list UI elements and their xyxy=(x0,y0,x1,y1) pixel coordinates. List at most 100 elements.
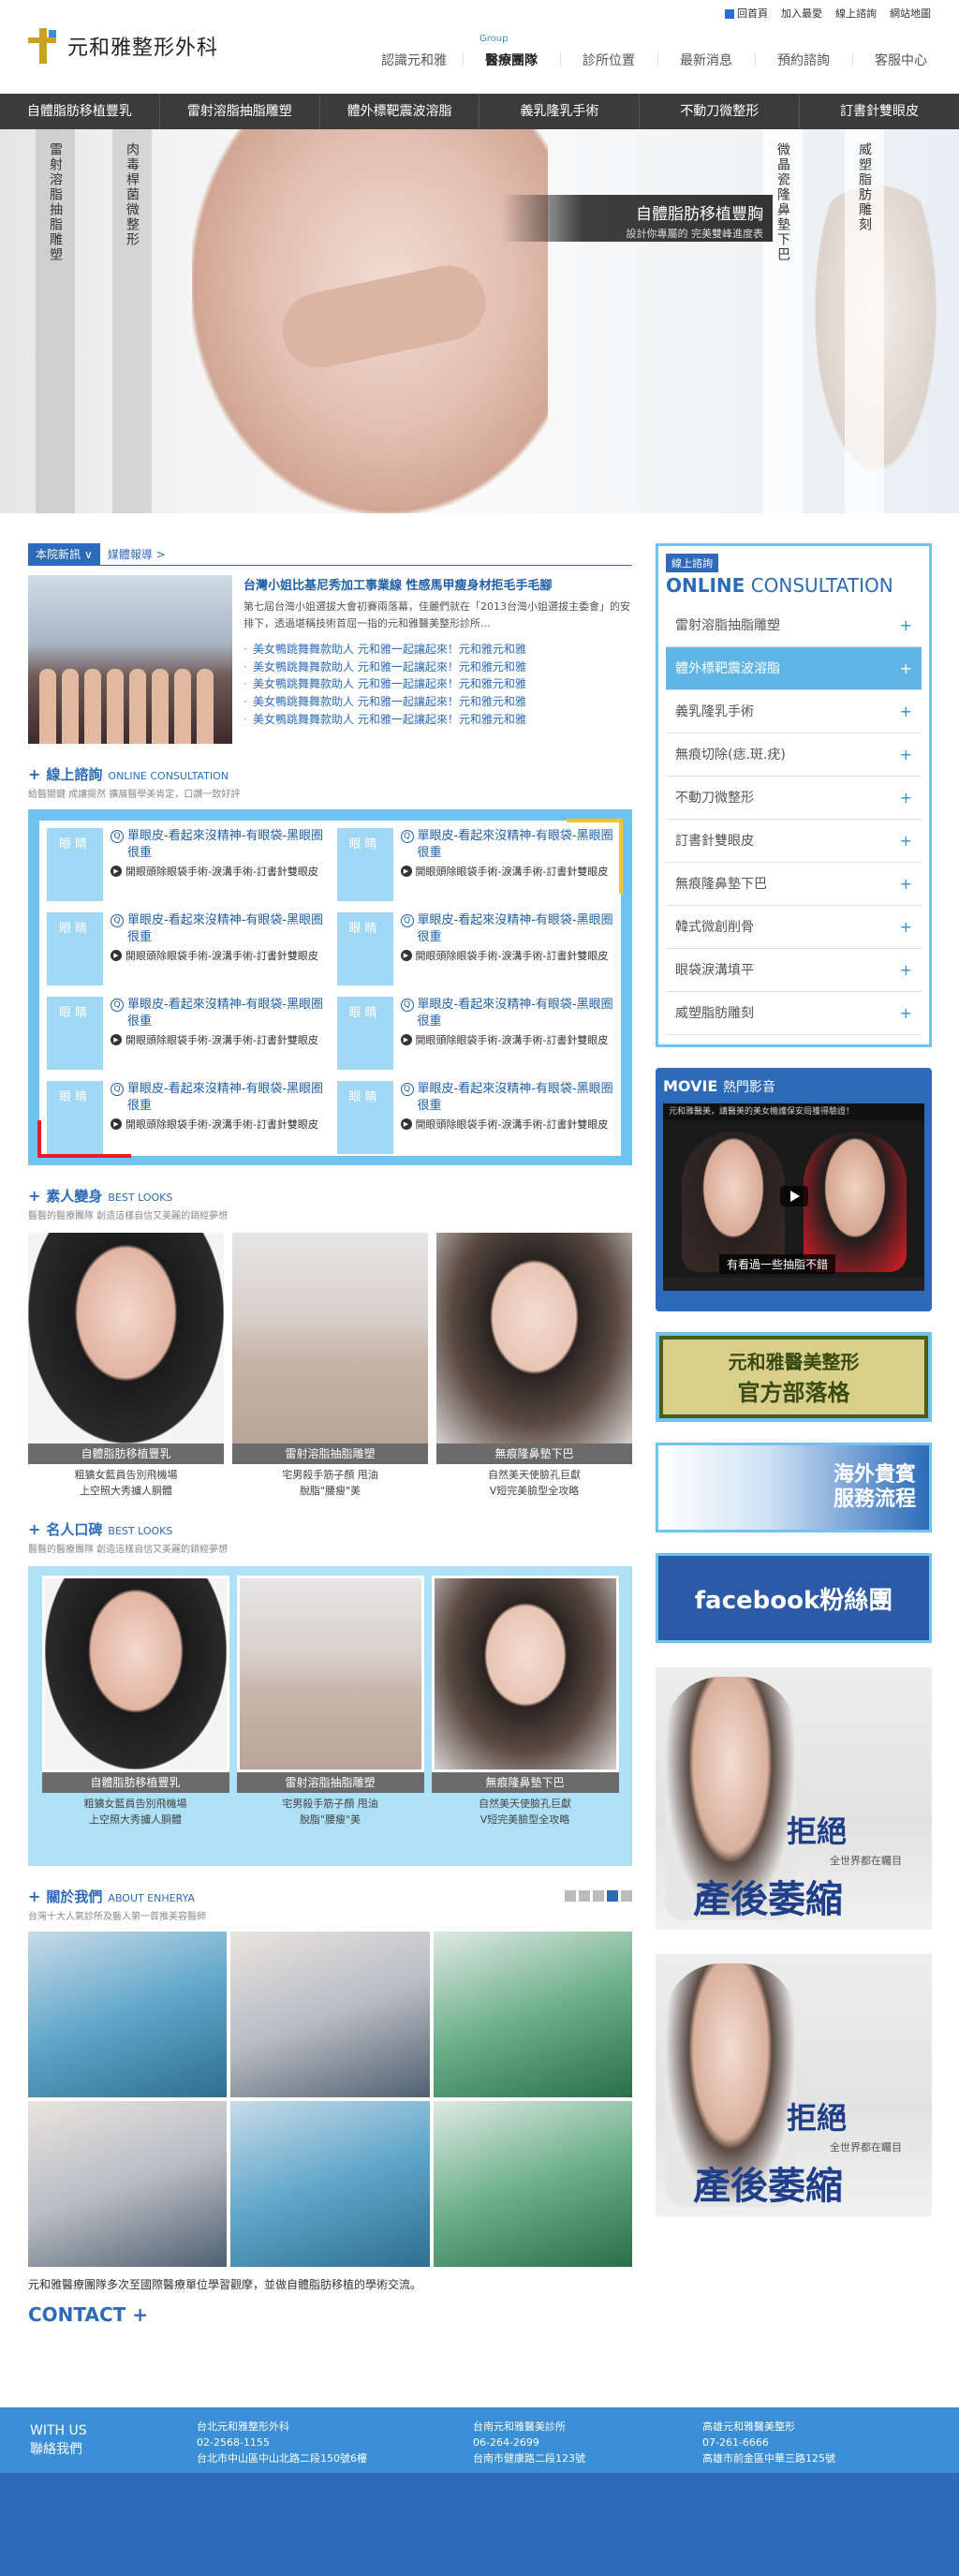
consult-item[interactable]: 眼睛 Q 單眼皮-看起來沒精神-有眼袋-黑眼圈很重 ▶ 開眼頭除眼袋手術-淚溝手術-訂書… xyxy=(47,828,324,901)
news-box: 台灣小姐比基尼秀加工事業線 性感馬甲瘦身材拒毛手毛腳 第七屆台灣小姐選拔大會初賽… xyxy=(28,575,632,744)
util-home[interactable]: 回首頁 xyxy=(725,6,768,21)
team-photo[interactable] xyxy=(230,1932,430,2097)
nav-about[interactable]: 認識元和雅 xyxy=(365,41,463,69)
celebs-box: 自體脂肪移植豐乳 粗獷女藍員告別飛機場 上空照大秀擄人胴體 雷射溶脂抽脂雕塑 宅男… xyxy=(28,1566,632,1866)
makeover-card[interactable]: 雷射溶脂抽脂雕塑 宅男殺手筋子顏 甩油 脫脂"腰瘦"美 xyxy=(232,1233,428,1499)
nav-location[interactable]: 診所位置 xyxy=(560,41,657,69)
consult-item[interactable]: 眼睛 Q 單眼皮-看起來沒精神-有眼袋-黑眼圈很重 ▶ 開眼頭除眼袋手術-淚溝手術-訂書… xyxy=(336,1081,614,1154)
team-photo[interactable] xyxy=(28,2101,228,2267)
branch-taipei: 台北元和雅整形外科 02-2568-1155 台北市中山區中山北路二段150號6… xyxy=(197,2421,367,2465)
pager-dot[interactable] xyxy=(579,1890,590,1902)
list-item[interactable]: 美女鴨跳舞舞款助人 元和雅一起讓起來！元和雅元和雅 xyxy=(243,693,632,711)
list-item[interactable]: 美女鴨跳舞舞款助人 元和雅一起讓起來！元和雅元和雅 xyxy=(243,641,632,659)
about-heading: + 關於我們 ABOUT ENHERYA xyxy=(28,1888,195,1905)
consult-menu-item[interactable]: 威塑脂肪雕刻 + xyxy=(666,992,922,1035)
pager-dot[interactable] xyxy=(565,1890,576,1902)
movie-title: MOVIE 熱門影音 xyxy=(663,1077,775,1095)
celeb-card[interactable]: 雷射溶脂抽脂雕塑 宅男殺手筋子顏 甩油 脫脂"腰瘦"美 xyxy=(236,1576,424,1857)
makeover-card[interactable]: 無痕隆鼻墊下巴 自然美天使臉孔巨獻 V短完美臉型全攻略 xyxy=(436,1233,632,1499)
consult-menu-item[interactable]: 義乳隆乳手術 + xyxy=(666,690,922,733)
play-icon: ▶ xyxy=(111,950,122,962)
cat-eyelid[interactable]: 訂書針雙眼皮 xyxy=(800,94,959,129)
plus-icon: + xyxy=(28,1520,41,1538)
postpartum-ad[interactable]: 拒絕 全世界都在矚目 產後萎縮 xyxy=(656,1667,932,1930)
nav-team[interactable]: Group 醫療團隊 xyxy=(463,34,560,69)
nav-news[interactable]: 最新消息 xyxy=(657,41,755,69)
consult-menu-item[interactable]: 無痕隆鼻墊下巴 + xyxy=(666,863,922,906)
nav-service[interactable]: 客服中心 xyxy=(852,41,950,69)
consult-menu-item[interactable]: 訂書針雙眼皮 + xyxy=(666,820,922,863)
cat-fat-breast[interactable]: 自體脂肪移植豐乳 xyxy=(0,94,160,129)
intl-service-banner[interactable]: 海外貴賓 服務流程 xyxy=(656,1443,932,1532)
team-photo[interactable] xyxy=(230,2101,430,2267)
question-icon: Q xyxy=(400,830,414,843)
facebook-banner[interactable]: facebook粉絲團 xyxy=(656,1553,932,1643)
team-photo[interactable] xyxy=(433,2101,632,2267)
news-photo[interactable] xyxy=(28,575,232,744)
hero-strip-botox[interactable]: 肉毒桿菌微整形 xyxy=(112,129,152,513)
news-tabs: 本院新訊 ∨ 媒體報導 > xyxy=(28,543,632,566)
tab-media[interactable]: 媒體報導 > xyxy=(100,543,173,565)
consult-menu-item-active[interactable]: 體外標靶震波溶脂 + xyxy=(666,647,922,690)
cat-shockwave[interactable]: 體外標靶震波溶脂 xyxy=(320,94,480,129)
play-icon: ▶ xyxy=(111,1034,122,1046)
plus-icon: + xyxy=(28,765,41,783)
hero-strip-sculpt[interactable]: 威塑脂肪雕刻 xyxy=(845,129,884,513)
util-sitemap[interactable]: 網站地圖 xyxy=(890,6,931,21)
pager-dot[interactable] xyxy=(621,1890,632,1902)
news-title[interactable]: 台灣小姐比基尼秀加工事業線 性感馬甲瘦身材拒毛手毛腳 xyxy=(243,575,632,593)
consult-item[interactable]: 眼睛 Q 單眼皮-看起來沒精神-有眼袋-黑眼圈很重 ▶ 開眼頭除眼袋手術-淚溝手術-訂書… xyxy=(47,912,324,985)
hero-banner[interactable]: 雷射溶脂抽脂雕塑 肉毒桿菌微整形 微晶瓷隆鼻墊下巴 威塑脂肪雕刻 自體脂肪移植豐… xyxy=(0,129,959,513)
video-controls[interactable] xyxy=(663,1278,924,1291)
makeover-card[interactable]: 自體脂肪移植豐乳 粗獷女藍員告別飛機場 上空照大秀擄人胴體 xyxy=(28,1233,224,1499)
question-icon: Q xyxy=(400,1083,414,1096)
logo-text: 元和雅整形外科 xyxy=(67,37,219,60)
question-icon: Q xyxy=(111,1083,124,1096)
consult-menu-item[interactable]: 雷射溶脂抽脂雕塑 + xyxy=(666,604,922,647)
left-column: 本院新訊 ∨ 媒體報導 > 台灣小姐比基尼秀加工事業線 性感馬甲瘦身材拒毛手毛腳 … xyxy=(28,543,632,2326)
consult-item[interactable]: 眼睛 Q 單眼皮-看起來沒精神-有眼袋-黑眼圈很重 ▶ 開眼頭除眼袋手術-淚溝手術-訂書… xyxy=(336,997,614,1070)
list-item[interactable]: 美女鴨跳舞舞款助人 元和雅一起讓起來！元和雅元和雅 xyxy=(243,659,632,676)
blog-banner[interactable]: 元和雅醫美整形 官方部落格 xyxy=(656,1332,932,1422)
postpartum-ad[interactable]: 拒絕 全世界都在矚目 產後萎縮 xyxy=(656,1954,932,2216)
team-photo[interactable] xyxy=(28,1932,228,2097)
consult-item[interactable]: 眼睛 Q 單眼皮-看起來沒精神-有眼袋-黑眼圈很重 ▶ 開眼頭除眼袋手術-淚溝手術-訂書… xyxy=(47,997,324,1070)
hero-caption: 自體脂肪移植豐胸 設計你專屬的 完美雙峰進度表 xyxy=(501,195,773,242)
util-consult[interactable]: 線上諮詢 xyxy=(835,6,877,21)
consult-heading: + 線上諮詢 ONLINE CONSULTATION xyxy=(28,765,229,783)
pager-dot[interactable] xyxy=(593,1890,604,1902)
makeover-gallery: 自體脂肪移植豐乳 粗獷女藍員告別飛機場 上空照大秀擄人胴體 雷射溶脂抽脂雕塑 宅男… xyxy=(28,1233,632,1499)
cat-laser-lipo[interactable]: 雷射溶脂抽脂雕塑 xyxy=(160,94,320,129)
util-favorite[interactable]: 加入最愛 xyxy=(781,6,822,21)
team-photo[interactable] xyxy=(433,1932,632,2097)
consult-menu-item[interactable]: 無痕切除(痣.斑.疣) + xyxy=(666,733,922,777)
pager-dot-active[interactable] xyxy=(607,1890,618,1902)
consult-item[interactable]: 眼睛 Q 單眼皮-看起來沒精神-有眼袋-黑眼圈很重 ▶ 開眼頭除眼袋手術-淚溝手術-訂書… xyxy=(336,912,614,985)
logo[interactable]: 元和雅整形外科 xyxy=(28,28,218,64)
list-item[interactable]: 美女鴨跳舞舞款助人 元和雅一起讓起來！元和雅元和雅 xyxy=(243,675,632,693)
red-corner-decoration xyxy=(37,1120,131,1158)
plus-icon: + xyxy=(899,918,912,936)
nav-booking[interactable]: 預約諮詢 xyxy=(755,41,852,69)
celebs-heading: + 名人口碑 BEST LOOKS xyxy=(28,1520,173,1538)
play-icon: ▶ xyxy=(400,866,412,878)
consult-menu-item[interactable]: 不動刀微整形 + xyxy=(666,777,922,820)
cat-micro[interactable]: 不動刀微整形 xyxy=(640,94,801,129)
celebs-sub: 醫醫的醫療團隊 創造這樣自信又美麗的銷經夢想 xyxy=(28,1545,229,1555)
consult-menu-item[interactable]: 眼袋淚溝填平 + xyxy=(666,949,922,992)
list-item[interactable]: 美女鴨跳舞舞款助人 元和雅一起讓起來！元和雅元和雅 xyxy=(243,711,632,729)
celeb-card[interactable]: 自體脂肪移植豐乳 粗獷女藍員告別飛機場 上空照大秀擄人胴體 xyxy=(41,1576,229,1857)
branch-kaohsiung: 高雄元和雅醫美整形 07-261-6666 高雄市前金區中華三路125號 xyxy=(702,2421,835,2465)
footer-title: WITH US 聯絡我們 xyxy=(30,2423,87,2457)
celeb-card[interactable]: 無痕隆鼻墊下巴 自然美天使臉孔巨獻 V短完美臉型全攻略 xyxy=(431,1576,619,1857)
consult-menu-item[interactable]: 韓式微創削骨 + xyxy=(666,906,922,949)
tab-news[interactable]: 本院新訊 ∨ xyxy=(28,543,100,565)
plus-icon: + xyxy=(899,659,912,677)
play-icon[interactable] xyxy=(780,1186,808,1207)
cat-implant[interactable]: 義乳隆乳手術 xyxy=(480,94,641,129)
video-player[interactable]: 元和雅醫美，講醫美的美女機護保安局獲得驗證！ 有看過一些抽脂不錯 xyxy=(663,1103,924,1291)
contact-link[interactable]: CONTACT + xyxy=(28,2303,632,2326)
hero-strip-nose[interactable]: 微晶瓷隆鼻墊下巴 xyxy=(763,129,803,513)
consult-sub: 給醫關鍵 成讓擺然 擴展醫學美肯定，口讚一致好評 xyxy=(28,790,241,800)
hero-strip-lipo[interactable]: 雷射溶脂抽脂雕塑 xyxy=(36,129,75,513)
